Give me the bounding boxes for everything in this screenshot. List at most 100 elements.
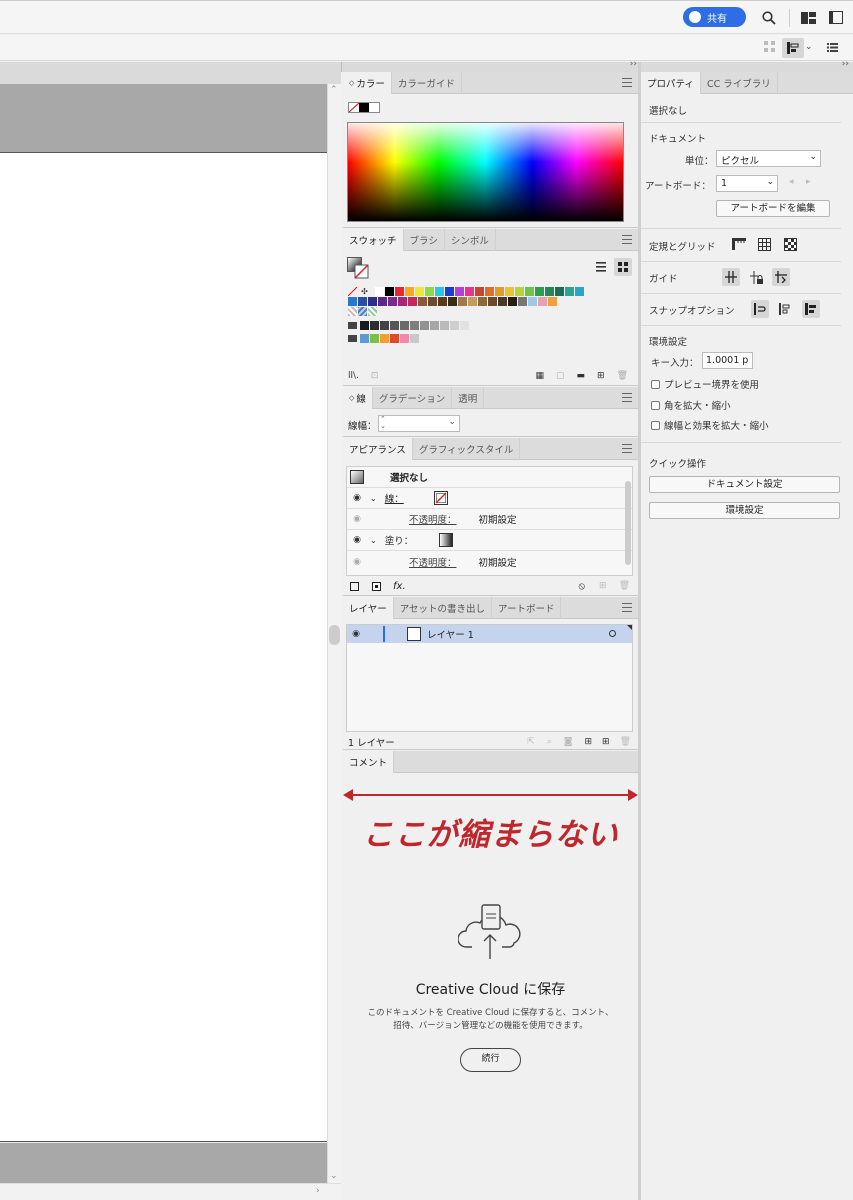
color-swatch[interactable] — [400, 334, 409, 343]
color-swatch[interactable] — [535, 287, 544, 296]
pattern-swatches[interactable] — [348, 307, 628, 316]
search-icon[interactable] — [762, 11, 776, 25]
panel-menu-icon[interactable] — [622, 444, 632, 453]
workspace-icon[interactable] — [801, 12, 816, 24]
scroll-thumb[interactable] — [329, 625, 340, 645]
visibility-eye-icon[interactable]: ◉ — [349, 629, 363, 639]
appearance-stroke-row[interactable]: ◉ ⌄ 線： — [347, 488, 632, 509]
panel-toggle-icon[interactable] — [829, 11, 843, 24]
color-swatch[interactable] — [478, 297, 487, 306]
color-swatch[interactable] — [388, 297, 397, 306]
appearance-selection-row[interactable]: 選択なし — [347, 467, 632, 488]
color-swatch[interactable] — [390, 334, 399, 343]
color-swatch[interactable] — [528, 297, 537, 306]
color-swatch[interactable] — [575, 287, 584, 296]
color-swatch[interactable] — [410, 321, 419, 330]
color-swatch[interactable] — [395, 287, 404, 296]
scroll-down-icon[interactable]: ⌄ — [330, 1171, 338, 1181]
expand-chevron-icon[interactable]: ⌄ — [370, 536, 377, 545]
color-swatch[interactable] — [498, 297, 507, 306]
expand-chevron-icon[interactable]: ⌄ — [370, 494, 377, 503]
color-swatch[interactable] — [358, 297, 367, 306]
snap-to-point-button[interactable] — [751, 300, 769, 318]
color-swatch[interactable] — [348, 297, 357, 306]
tab-properties[interactable]: プロパティ — [641, 72, 701, 94]
fill-stroke-indicator[interactable] — [348, 102, 380, 113]
color-swatch[interactable] — [505, 287, 514, 296]
color-swatch[interactable] — [398, 297, 407, 306]
scale-corners-checkbox[interactable]: 角を拡大・縮小 — [651, 398, 731, 412]
scroll-up-icon[interactable]: ⌃ — [330, 85, 338, 95]
color-swatch[interactable] — [435, 287, 444, 296]
new-layer-icon[interactable]: ⊞ — [602, 737, 610, 747]
tab-layers[interactable]: レイヤー — [343, 597, 394, 619]
list-icon[interactable] — [827, 43, 838, 52]
color-swatch[interactable] — [548, 297, 557, 306]
fill-swatch-icon[interactable] — [439, 533, 454, 547]
snap-to-pixel-button[interactable] — [802, 300, 820, 318]
scroll-right-icon[interactable]: › — [316, 1186, 320, 1196]
snap-to-grid-icon[interactable] — [779, 303, 791, 315]
color-swatch[interactable] — [455, 287, 464, 296]
layer-row[interactable]: ◉ レイヤー 1 — [347, 625, 632, 643]
color-swatch[interactable] — [410, 334, 419, 343]
color-swatch[interactable] — [370, 334, 379, 343]
tab-stroke[interactable]: ◇ 線 — [343, 387, 373, 409]
color-swatch[interactable] — [408, 297, 417, 306]
color-swatch[interactable] — [428, 297, 437, 306]
color-swatch[interactable] — [370, 321, 379, 330]
color-swatch[interactable] — [378, 297, 387, 306]
snap-mode-button[interactable] — [782, 38, 804, 58]
color-swatch[interactable] — [425, 287, 434, 296]
visibility-eye-icon[interactable]: ◉ — [350, 535, 364, 545]
locate-object-icon[interactable]: ⌕ — [547, 737, 552, 747]
color-swatch[interactable] — [468, 297, 477, 306]
color-swatch[interactable] — [390, 321, 399, 330]
stroke-weight-input[interactable]: ⌃ ⌄ ⌄ — [378, 415, 460, 432]
appearance-opacity-row[interactable]: ◉ 不透明度： 初期設定 — [347, 509, 632, 530]
color-swatch[interactable] — [465, 287, 474, 296]
duplicate-icon[interactable]: ⊞ — [599, 581, 607, 591]
registration-swatch[interactable]: ✣ — [360, 287, 369, 296]
color-swatch[interactable] — [518, 297, 527, 306]
appearance-fill-row[interactable]: ◉ ⌄ 塗り： — [347, 530, 632, 551]
color-swatch[interactable] — [380, 334, 389, 343]
color-swatch[interactable] — [445, 287, 454, 296]
color-swatch[interactable] — [368, 297, 377, 306]
visibility-eye-icon[interactable]: ◉ — [350, 557, 364, 567]
color-swatch[interactable] — [485, 287, 494, 296]
continue-button[interactable]: 続行 — [460, 1048, 521, 1072]
panel-menu-icon[interactable] — [622, 235, 632, 244]
add-fill-icon[interactable] — [372, 581, 381, 591]
arrange-icon[interactable] — [764, 41, 776, 53]
color-swatch[interactable] — [450, 321, 459, 330]
new-swatch-icon[interactable]: ⊞ — [597, 371, 605, 381]
export-icon[interactable]: ⇱ — [527, 737, 535, 747]
tab-swatches[interactable]: スウォッチ — [343, 229, 404, 251]
tab-comments[interactable]: コメント — [343, 751, 395, 773]
add-effect-icon[interactable]: fx. — [393, 581, 406, 592]
lock-guides-icon[interactable] — [750, 271, 763, 284]
color-swatch[interactable] — [400, 321, 409, 330]
checkbox[interactable] — [651, 420, 660, 430]
previous-artboard-icon[interactable]: ◂ — [789, 177, 794, 187]
color-swatch[interactable] — [380, 321, 389, 330]
new-group-icon[interactable]: ▬ — [577, 371, 586, 381]
color-swatch[interactable] — [458, 297, 467, 306]
scale-strokes-checkbox[interactable]: 線幅と効果を拡大・縮小 — [651, 418, 769, 432]
grid-view-button[interactable] — [614, 258, 632, 276]
delete-icon[interactable]: 🗑 — [620, 737, 631, 747]
artboard[interactable] — [0, 152, 327, 1142]
color-swatch[interactable] — [415, 287, 424, 296]
color-swatch[interactable] — [430, 321, 439, 330]
collapse-dock-icon[interactable]: ›› — [630, 59, 637, 69]
tab-artboards[interactable]: アートボード — [492, 597, 562, 619]
color-swatch[interactable] — [405, 287, 414, 296]
swatch-options-icon[interactable]: ▦ — [535, 371, 544, 381]
preferences-button[interactable]: 環境設定 — [649, 502, 840, 519]
color-swatch[interactable] — [495, 287, 504, 296]
chevron-down-icon[interactable]: ⌄ — [805, 42, 813, 52]
tab-asset-export[interactable]: アセットの書き出し — [394, 597, 493, 619]
color-swatch[interactable] — [545, 287, 554, 296]
visibility-eye-icon[interactable]: ◉ — [350, 514, 364, 524]
